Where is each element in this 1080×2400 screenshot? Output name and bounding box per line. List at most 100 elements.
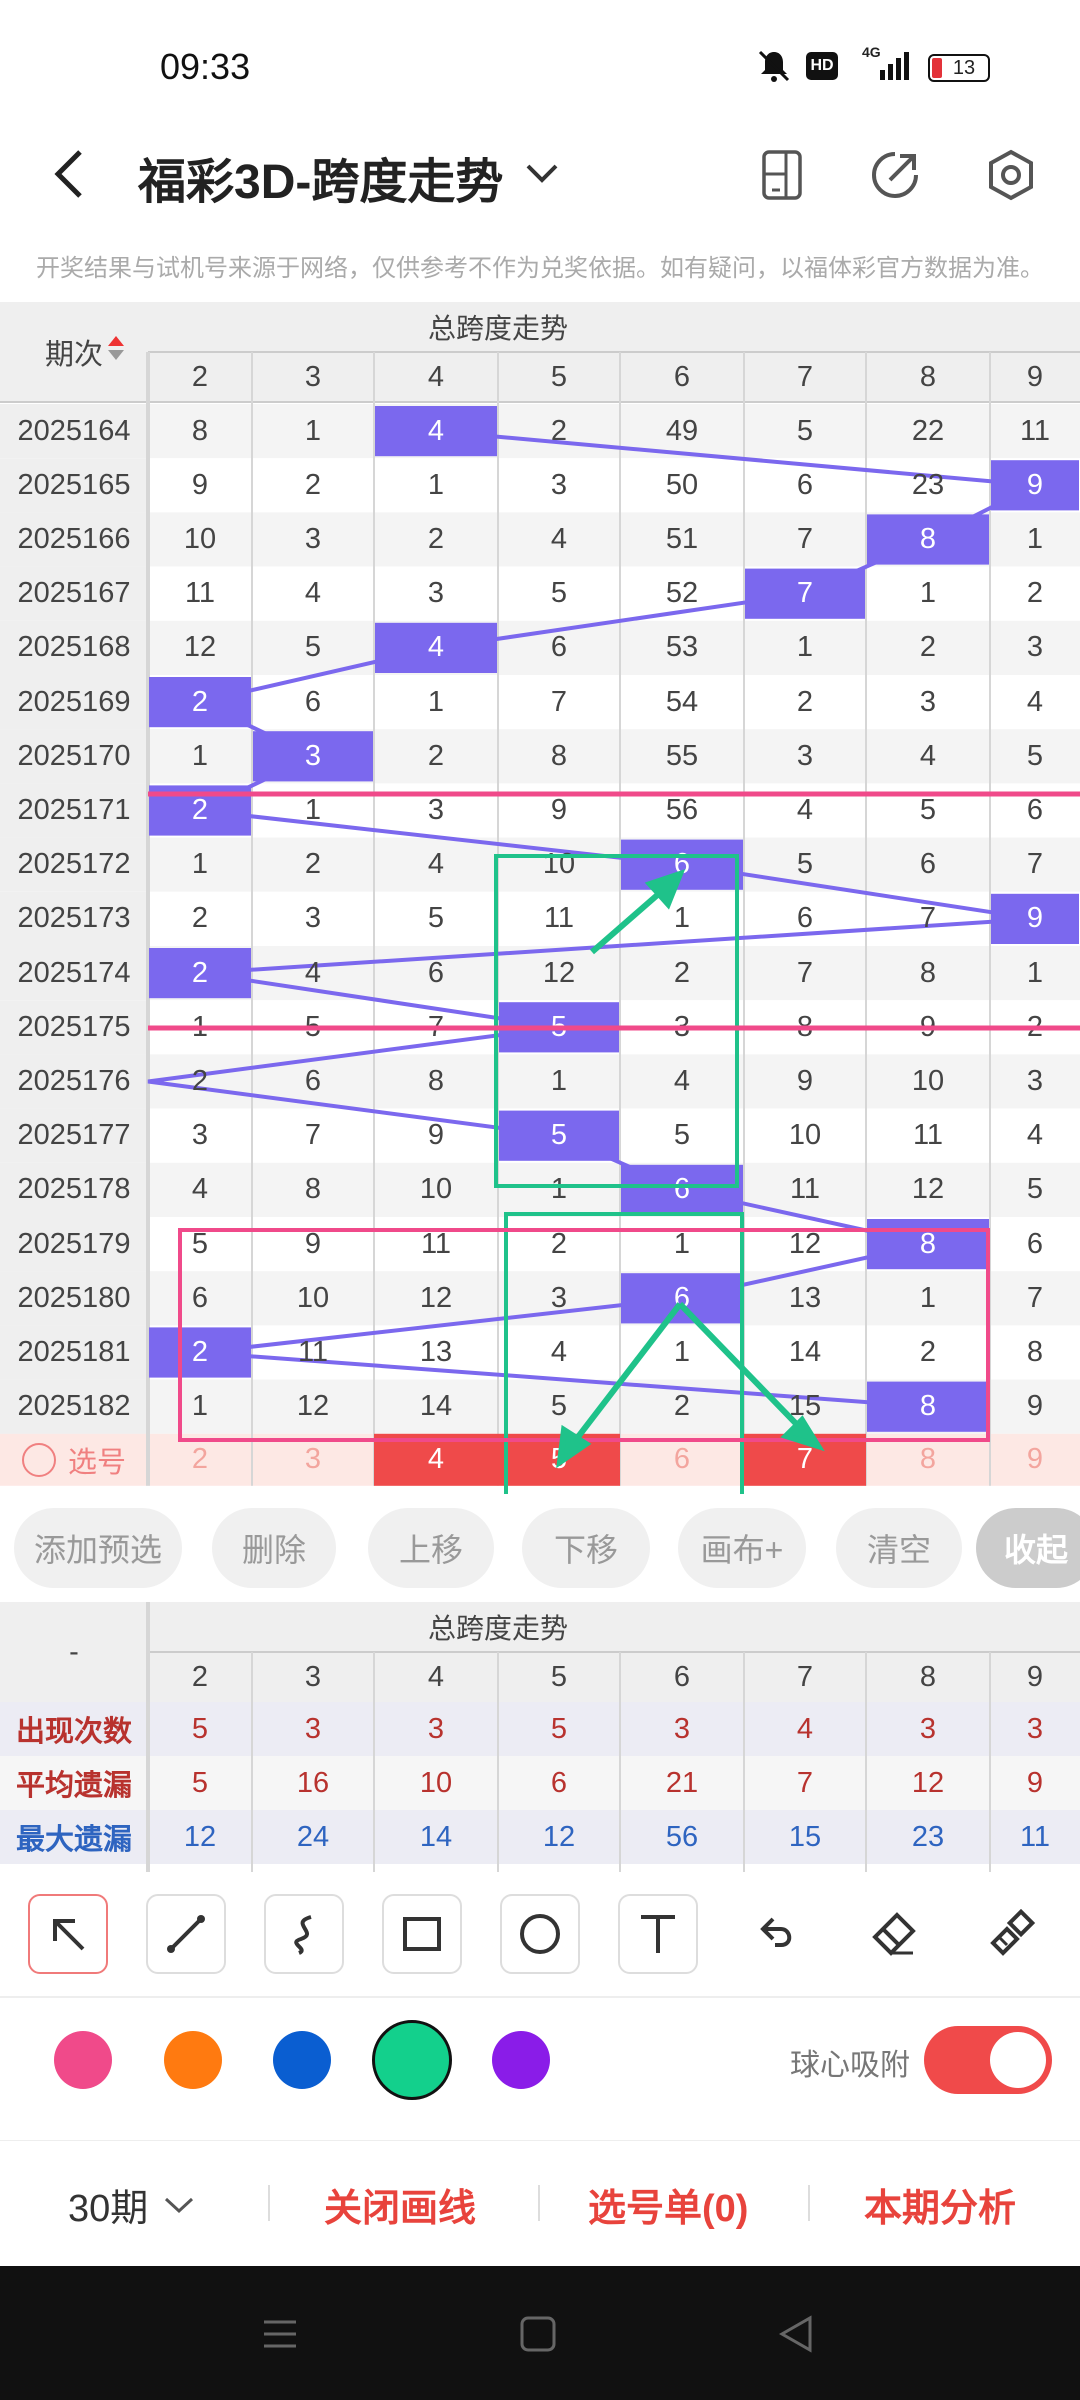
select-number-button[interactable]: 7: [744, 1434, 866, 1486]
column-header: 6: [673, 360, 691, 393]
section-title: 总跨度走势: [427, 313, 568, 344]
miss-number: 2: [191, 1064, 209, 1097]
bottom-action-bar: 30期 关闭画线 选号单(0) 本期分析: [0, 2140, 1080, 2266]
add-preselect-button[interactable]: 添加预选: [14, 1508, 182, 1588]
circle-tool-button[interactable]: [500, 1894, 580, 1974]
color-swatch[interactable]: [273, 2031, 331, 2089]
color-swatch[interactable]: [54, 2031, 112, 2089]
miss-number: 14: [419, 1390, 453, 1423]
miss-number: 2: [550, 414, 568, 447]
close-lines-button[interactable]: 关闭画线: [324, 2177, 476, 2232]
miss-number: 8: [304, 1173, 322, 1206]
select-number-button[interactable]: 6: [620, 1434, 744, 1486]
miss-number: 8: [427, 1064, 445, 1097]
miss-number: 3: [1026, 1064, 1044, 1097]
eraser-tool-button[interactable]: [854, 1894, 934, 1974]
stats-value: 15: [788, 1820, 822, 1853]
color-swatch[interactable]: [164, 2031, 222, 2089]
miss-number: 9: [1026, 1390, 1044, 1423]
period-analysis-button[interactable]: 本期分析: [864, 2177, 1016, 2232]
miss-number: 10: [183, 522, 217, 555]
miss-number: 1: [550, 1173, 568, 1206]
select-number-button[interactable]: 8: [866, 1434, 990, 1486]
miss-number: 5: [1026, 1173, 1044, 1206]
miss-number: 5: [1026, 739, 1044, 772]
undo-tool-button[interactable]: [736, 1894, 816, 1974]
rect-tool-button[interactable]: [382, 1894, 462, 1974]
miss-number: 9: [191, 468, 209, 501]
text-tool-button[interactable]: [618, 1894, 698, 1974]
miss-number: 6: [1026, 793, 1044, 826]
menu-icon[interactable]: [260, 2314, 300, 2354]
canvas-add-button[interactable]: 画布+: [678, 1508, 806, 1588]
miss-number: 2: [919, 631, 937, 664]
clear-brush-tool-button[interactable]: [972, 1894, 1052, 1974]
miss-number: 7: [919, 902, 937, 935]
chevron-down-icon[interactable]: [524, 158, 560, 188]
hit-number: 9: [1026, 902, 1044, 935]
snap-toggle[interactable]: [924, 2026, 1052, 2094]
hit-number: 2: [191, 1335, 209, 1368]
select-number-button[interactable]: 9: [990, 1434, 1080, 1486]
select-number-button[interactable]: 2: [148, 1434, 252, 1486]
miss-number: 8: [796, 1010, 814, 1043]
miss-number: 10: [419, 1173, 453, 1206]
system-nav-bar: [0, 2266, 1080, 2400]
page-title[interactable]: 福彩3D-跨度走势: [138, 142, 503, 212]
period-select[interactable]: 30期: [68, 2177, 196, 2232]
hit-number: 2: [191, 956, 209, 989]
select-number-button[interactable]: 3: [252, 1434, 374, 1486]
line-icon: [167, 1915, 205, 1953]
pick-list-button[interactable]: 选号单(0): [588, 2177, 748, 2232]
back-icon[interactable]: [50, 144, 90, 204]
select-label: 选号: [67, 1446, 126, 1479]
line-tool-button[interactable]: [146, 1894, 226, 1974]
miss-number: 5: [191, 1227, 209, 1260]
select-row-header[interactable]: 选号: [0, 1434, 148, 1486]
home-icon[interactable]: [518, 2314, 558, 2354]
back-nav-icon[interactable]: [776, 2314, 816, 2354]
divider: [538, 2185, 540, 2221]
column-header: 5: [550, 360, 568, 393]
select-number-button[interactable]: 5: [498, 1434, 620, 1486]
share-icon[interactable]: [868, 148, 922, 202]
period-cell: 2025181: [17, 1335, 131, 1368]
stats-value: 5: [550, 1712, 568, 1745]
move-down-button[interactable]: 下移: [522, 1508, 650, 1588]
miss-number: 3: [796, 739, 814, 772]
miss-number: 3: [304, 522, 322, 555]
sort-up-icon[interactable]: [108, 336, 124, 346]
radio-icon[interactable]: [21, 1442, 56, 1477]
miss-number: 6: [1026, 1227, 1044, 1260]
curve-tool-button[interactable]: [264, 1894, 344, 1974]
phone-layout-icon[interactable]: [758, 148, 808, 202]
miss-number: 6: [796, 468, 814, 501]
stats-column-header: 3: [304, 1660, 322, 1693]
delete-button[interactable]: 删除: [212, 1508, 336, 1588]
miss-number: 11: [543, 902, 575, 935]
miss-number: 6: [191, 1281, 209, 1314]
miss-number: 6: [304, 1064, 322, 1097]
settings-icon[interactable]: [984, 148, 1038, 202]
collapse-button[interactable]: 收起: [976, 1508, 1080, 1588]
color-swatch[interactable]: [492, 2031, 550, 2089]
color-swatch[interactable]: [372, 2020, 452, 2100]
clear-button[interactable]: 清空: [836, 1508, 962, 1588]
move-up-button[interactable]: 上移: [368, 1508, 494, 1588]
status-bar: 09:33 HD 4G 13: [0, 0, 1080, 120]
miss-number: 5: [796, 414, 814, 447]
column-header: 9: [1026, 360, 1044, 393]
miss-number: 7: [304, 1119, 322, 1152]
sort-down-icon[interactable]: [108, 350, 124, 360]
miss-number: 12: [419, 1281, 453, 1314]
miss-number: 8: [191, 414, 209, 447]
column-header: 7: [796, 360, 814, 393]
miss-number: 7: [550, 685, 568, 718]
arrow-tool-button[interactable]: [28, 1894, 108, 1974]
period-cell: 2025168: [17, 631, 131, 664]
miss-number: 1: [427, 685, 445, 718]
period-header[interactable]: 期次: [0, 302, 148, 402]
select-number-button[interactable]: 4: [374, 1434, 498, 1486]
trend-table: 期次 总跨度走势 2 3 4 5 6 7 8 9 2025164 8 1 4 2 49 5 22 11 2025165…: [0, 302, 1080, 1494]
miss-number: 12: [296, 1390, 330, 1423]
